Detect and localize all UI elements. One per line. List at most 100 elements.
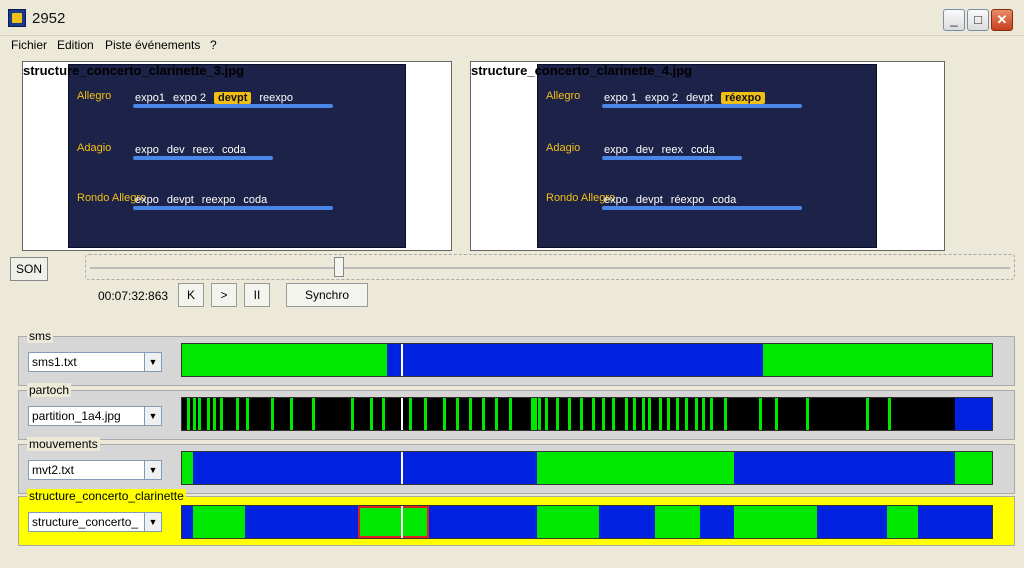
track-marker[interactable] xyxy=(207,398,211,430)
slide-row-label: Adagio xyxy=(77,142,112,154)
track-segment[interactable] xyxy=(182,452,193,484)
chevron-down-icon[interactable]: ▼ xyxy=(144,353,161,371)
track-segment[interactable] xyxy=(536,452,735,484)
track-marker[interactable] xyxy=(198,398,202,430)
track-structure-concerto-clarinette[interactable]: structure_concerto_clarinette structure_… xyxy=(18,489,1015,546)
menu-fichier[interactable]: Fichier xyxy=(11,38,47,52)
track-marker[interactable] xyxy=(865,398,869,430)
track-segment[interactable] xyxy=(917,506,992,538)
track-segment[interactable] xyxy=(955,452,992,484)
track-segment[interactable] xyxy=(886,506,918,538)
timeline-slider[interactable] xyxy=(85,254,1015,280)
track-marker[interactable] xyxy=(675,398,679,430)
track-marker[interactable] xyxy=(592,398,596,430)
track-marker[interactable] xyxy=(246,398,250,430)
track-segment[interactable] xyxy=(428,506,537,538)
track-segment[interactable] xyxy=(955,398,992,430)
pause-button[interactable]: II xyxy=(244,283,270,307)
track-marker[interactable] xyxy=(805,398,809,430)
menu-edition[interactable]: Edition xyxy=(57,38,94,52)
track-marker[interactable] xyxy=(381,398,385,430)
track-file-select[interactable]: partition_1a4.jpg ▼ xyxy=(28,406,162,426)
track-marker[interactable] xyxy=(350,398,354,430)
track-marker[interactable] xyxy=(509,398,513,430)
track-marker[interactable] xyxy=(370,398,374,430)
track-segment[interactable] xyxy=(192,452,537,484)
play-button[interactable]: > xyxy=(211,283,237,307)
track-marker[interactable] xyxy=(442,398,446,430)
chevron-down-icon[interactable]: ▼ xyxy=(144,513,161,531)
track-marker[interactable] xyxy=(659,398,663,430)
track-lane[interactable] xyxy=(181,397,993,431)
close-button[interactable]: ✕ xyxy=(991,9,1013,31)
track-segment[interactable] xyxy=(245,506,359,538)
track-marker[interactable] xyxy=(724,398,728,430)
menu-help[interactable]: ? xyxy=(210,38,217,52)
track-segment[interactable] xyxy=(598,506,656,538)
track-partoch[interactable]: partoch partition_1a4.jpg ▼ xyxy=(18,383,1015,440)
track-marker[interactable] xyxy=(408,398,412,430)
track-mouvements[interactable]: mouvements mvt2.txt ▼ xyxy=(18,437,1015,494)
track-marker[interactable] xyxy=(311,398,315,430)
track-marker[interactable] xyxy=(579,398,583,430)
track-marker[interactable] xyxy=(186,398,190,430)
maximize-button[interactable]: □ xyxy=(967,9,989,31)
track-segment[interactable] xyxy=(734,506,817,538)
track-segment[interactable] xyxy=(655,506,701,538)
track-marker[interactable] xyxy=(601,398,605,430)
track-lane[interactable] xyxy=(181,505,993,539)
track-file-select[interactable]: mvt2.txt ▼ xyxy=(28,460,162,480)
track-file-select[interactable]: structure_concerto_ ▼ xyxy=(28,512,162,532)
track-marker[interactable] xyxy=(289,398,293,430)
title-bar[interactable]: 2952 _ □ ✕ xyxy=(0,0,1024,36)
track-marker[interactable] xyxy=(648,398,652,430)
minimize-button[interactable]: _ xyxy=(943,9,965,31)
track-marker[interactable] xyxy=(774,398,778,430)
track-lane[interactable] xyxy=(181,451,993,485)
track-marker[interactable] xyxy=(567,398,571,430)
chevron-down-icon[interactable]: ▼ xyxy=(144,461,161,479)
track-segment[interactable] xyxy=(816,506,887,538)
track-segment[interactable] xyxy=(700,506,735,538)
track-marker[interactable] xyxy=(633,398,637,430)
track-marker[interactable] xyxy=(556,398,560,430)
track-marker[interactable] xyxy=(212,398,216,430)
son-button[interactable]: SON xyxy=(10,257,48,281)
track-segment[interactable] xyxy=(182,344,388,376)
track-sms[interactable]: sms sms1.txt ▼ xyxy=(18,329,1015,386)
track-marker[interactable] xyxy=(270,398,274,430)
track-marker[interactable] xyxy=(695,398,699,430)
track-marker[interactable] xyxy=(423,398,427,430)
track-segment[interactable] xyxy=(387,344,763,376)
menu-piste-evenements[interactable]: Piste événements xyxy=(105,38,200,52)
track-marker[interactable] xyxy=(544,398,548,430)
track-segment[interactable] xyxy=(182,506,193,538)
track-segment[interactable] xyxy=(734,452,956,484)
track-marker[interactable] xyxy=(666,398,670,430)
timeline-thumb[interactable] xyxy=(334,257,344,277)
track-segment[interactable] xyxy=(536,506,599,538)
track-marker[interactable] xyxy=(641,398,645,430)
synchro-button[interactable]: Synchro xyxy=(286,283,368,307)
track-lane[interactable] xyxy=(181,343,993,377)
track-marker[interactable] xyxy=(455,398,459,430)
track-marker[interactable] xyxy=(220,398,224,430)
track-marker[interactable] xyxy=(494,398,498,430)
track-marker[interactable] xyxy=(612,398,616,430)
previous-button[interactable]: K xyxy=(178,283,204,307)
track-marker[interactable] xyxy=(235,398,239,430)
chevron-down-icon[interactable]: ▼ xyxy=(144,407,161,425)
track-marker[interactable] xyxy=(482,398,486,430)
track-marker[interactable] xyxy=(709,398,713,430)
track-marker[interactable] xyxy=(537,398,541,430)
track-file-select[interactable]: sms1.txt ▼ xyxy=(28,352,162,372)
track-segment[interactable] xyxy=(762,344,992,376)
track-marker[interactable] xyxy=(685,398,689,430)
track-segment[interactable] xyxy=(192,506,246,538)
track-marker[interactable] xyxy=(701,398,705,430)
track-marker[interactable] xyxy=(193,398,197,430)
track-marker[interactable] xyxy=(758,398,762,430)
track-marker[interactable] xyxy=(625,398,629,430)
track-marker[interactable] xyxy=(468,398,472,430)
track-marker[interactable] xyxy=(888,398,892,430)
